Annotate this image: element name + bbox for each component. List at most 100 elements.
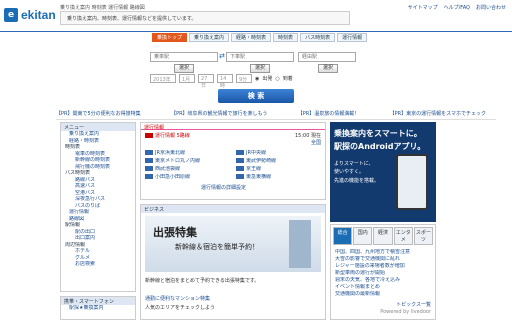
mobile-app-link[interactable]: 駅探★乗換案内 xyxy=(61,305,135,312)
tab-bus-timetable[interactable]: バス時刻表 xyxy=(300,33,336,42)
news-item[interactable]: 中国、四国、九州地方で積雪注意 xyxy=(335,249,431,256)
service-info-panel: 運行情報 運行情報 5路線 15:00 現在 全国 JR京浜東北線 JR中央線東京… xyxy=(140,122,326,200)
service-line-item[interactable]: JR京浜東北線 xyxy=(145,150,230,157)
service-info-header: 運行情報 5路線 15:00 現在 全国 xyxy=(141,130,325,148)
promo-link[interactable]: 【PR】岐阜県の観光情報で旅行を楽しもう xyxy=(171,110,267,117)
line-tag-icon xyxy=(236,166,244,171)
ad-line-2: 駅探のAndroidアプリ。 xyxy=(334,142,426,151)
service-line-label: 東京メトロ丸ノ内線 xyxy=(155,158,201,164)
search-button[interactable]: 検 索 xyxy=(218,89,294,103)
line-tag-icon xyxy=(145,174,153,179)
logo[interactable]: e ekitan xyxy=(4,5,56,25)
sitemap-link[interactable]: サイトマップ xyxy=(408,4,438,11)
year-select[interactable]: 2013年 xyxy=(150,74,176,83)
service-toggle[interactable]: 全国 xyxy=(295,139,321,146)
line-tag-icon xyxy=(145,150,153,155)
tab-timetable[interactable]: 時刻表 xyxy=(273,33,299,42)
tab-transfer-top[interactable]: 乗換トップ xyxy=(152,33,188,42)
service-line-label: JR京浜東北線 xyxy=(155,150,185,156)
phone-image xyxy=(396,154,428,210)
tagline: 乗り換え案内、時刻表、運行情報などを提供しています。 xyxy=(67,16,197,22)
from-select-button[interactable]: 選択 xyxy=(174,64,194,73)
help-link[interactable]: ヘルプ/FAQ xyxy=(444,4,470,11)
contact-link[interactable]: お問い合わせ xyxy=(476,4,506,11)
news-item[interactable]: 交通機関の最新情報 xyxy=(335,291,431,298)
service-info-title: 運行情報 xyxy=(141,123,325,131)
via-station-input[interactable] xyxy=(298,52,356,62)
news-item[interactable]: 新型車両の運行が開始 xyxy=(335,270,431,277)
month-select[interactable]: 1月 xyxy=(179,74,195,83)
left-nav-title: メニュー xyxy=(61,123,135,131)
tab-route-timetable[interactable]: 経路・時刻表 xyxy=(231,33,272,42)
promo-link[interactable]: 【PR】東京の運行情報をスマホでチェック xyxy=(390,110,486,117)
news-item[interactable]: レジャー施設の来場者数が増加 xyxy=(335,263,431,270)
service-line-item[interactable]: 京王線 xyxy=(236,166,321,173)
service-line-label: 西武池袋線 xyxy=(155,166,181,172)
business-hero-sub: 新幹線＆宿泊を簡単予約！ xyxy=(175,243,259,251)
android-app-ad[interactable]: 乗換案内をスマートに。 駅探のAndroidアプリ。 よりスマートに、 使いやす… xyxy=(330,122,436,222)
left-nav-list: 乗り換え案内 経路・時刻表 時刻表 電車の時刻表 新幹線の時刻表 飛行機の時刻表 バス時刻表… xyxy=(61,131,135,268)
service-badge: 運行情報 xyxy=(155,133,176,139)
service-time: 15:00 現在 xyxy=(295,133,321,139)
service-more-link[interactable]: 運行情報の詳細設定 xyxy=(141,183,325,192)
news-item[interactable]: イベント情報まとめ xyxy=(335,284,431,291)
from-station-input[interactable] xyxy=(150,52,218,62)
hour-select[interactable]: 14時 xyxy=(217,74,233,89)
mobile-section: 携帯・スマートフォン 駅探★乗換案内 xyxy=(60,296,136,320)
news-tab[interactable]: 総合 xyxy=(333,227,353,245)
news-item[interactable]: 週末の天気、各地で冷え込み xyxy=(335,277,431,284)
to-select-button[interactable]: 選択 xyxy=(250,64,270,73)
business-hero-main: 出張特集 xyxy=(153,226,197,239)
tagline-bar: 乗り換え案内、時刻表、運行情報などを提供しています。 xyxy=(60,11,350,25)
line-tag-icon xyxy=(145,166,153,171)
promo-links: 【PR】関東で5分の便利なお得旅特集 【PR】岐阜県の観光情報で旅行を楽しもう … xyxy=(56,110,486,117)
news-tab[interactable]: 国内 xyxy=(353,227,373,245)
section-divider xyxy=(56,119,496,120)
depart-label: 出発 xyxy=(262,76,273,82)
service-line-label: 京王線 xyxy=(246,166,262,172)
promo-link[interactable]: 【PR】関東で5分の便利なお得旅特集 xyxy=(56,110,141,117)
news-list: 中国、四国、九州地方で積雪注意 大雪の影響で交通機関に乱れ レジャー施設の来場者数が… xyxy=(331,247,435,300)
tab-service-info[interactable]: 運行情報 xyxy=(337,33,368,42)
building-image xyxy=(289,220,311,268)
depart-radio-icon[interactable]: ◉ xyxy=(255,76,259,82)
arrive-radio-icon[interactable]: ○ xyxy=(275,76,279,82)
service-line-label: 東武伊勢崎線 xyxy=(246,158,277,164)
via-select-button[interactable]: 選択 xyxy=(318,64,338,73)
news-tab[interactable]: 経済 xyxy=(373,227,393,245)
sidebar-item[interactable]: お店検索 xyxy=(61,261,135,268)
service-line-item[interactable]: 東急東横線 xyxy=(236,174,321,181)
minute-select[interactable]: 9分 xyxy=(236,74,252,83)
header-divider xyxy=(0,31,512,32)
swap-icon[interactable]: ⇄ xyxy=(219,52,226,60)
service-line-item[interactable]: 小田急小田原線 xyxy=(145,174,230,181)
to-station-input[interactable] xyxy=(226,52,294,62)
logo-mark-icon: e xyxy=(4,8,18,22)
service-line-item[interactable]: 東武伊勢崎線 xyxy=(236,158,321,165)
service-line-label: JR中央線 xyxy=(246,150,266,156)
tab-transfer-guide[interactable]: 乗り換え案内 xyxy=(189,33,230,42)
business-hero[interactable]: 出張特集 新幹線＆宿泊を簡単予約！ xyxy=(145,216,321,272)
arrive-label: 到着 xyxy=(282,76,293,82)
news-item[interactable]: 大雪の影響で交通機関に乱れ xyxy=(335,256,431,263)
service-line-item[interactable]: JR中央線 xyxy=(236,150,321,157)
news-panel: 総合 国内 経済 エンタメ スポーツ 中国、四国、九州地方で積雪注意 大雪の影響で交通機関… xyxy=(330,224,436,320)
news-powered: Powered by livedoor xyxy=(380,309,431,315)
news-tab[interactable]: エンタメ xyxy=(393,227,413,245)
left-nav: メニュー 乗り換え案内 経路・時刻表 時刻表 電車の時刻表 新幹線の時刻表 飛行機の時刻表… xyxy=(60,122,136,292)
line-tag-icon xyxy=(236,150,244,155)
service-line-item[interactable]: 東京メトロ丸ノ内線 xyxy=(145,158,230,165)
ad-line-1: 乗換案内をスマートに。 xyxy=(334,129,422,138)
promo-link[interactable]: 【PR】温泉旅の情報満載！ xyxy=(298,110,360,117)
news-tab[interactable]: スポーツ xyxy=(413,227,434,245)
business-news-title[interactable]: 通勤に便利なマンション特集 xyxy=(141,293,325,304)
logo-text: ekitan xyxy=(21,8,56,22)
news-more-link[interactable]: トピックス一覧 xyxy=(331,300,435,309)
line-tag-icon xyxy=(145,158,153,163)
service-line-label: 小田急小田原線 xyxy=(155,174,191,180)
service-line-item[interactable]: 西武池袋線 xyxy=(145,166,230,173)
business-title: ビジネス xyxy=(141,205,325,213)
day-select[interactable]: 27日 xyxy=(198,74,214,89)
business-panel: ビジネス 出張特集 新幹線＆宿泊を簡単予約！ 新幹線と宿泊をまとめて予約できる出… xyxy=(140,204,326,320)
alert-tag-icon xyxy=(145,133,153,138)
